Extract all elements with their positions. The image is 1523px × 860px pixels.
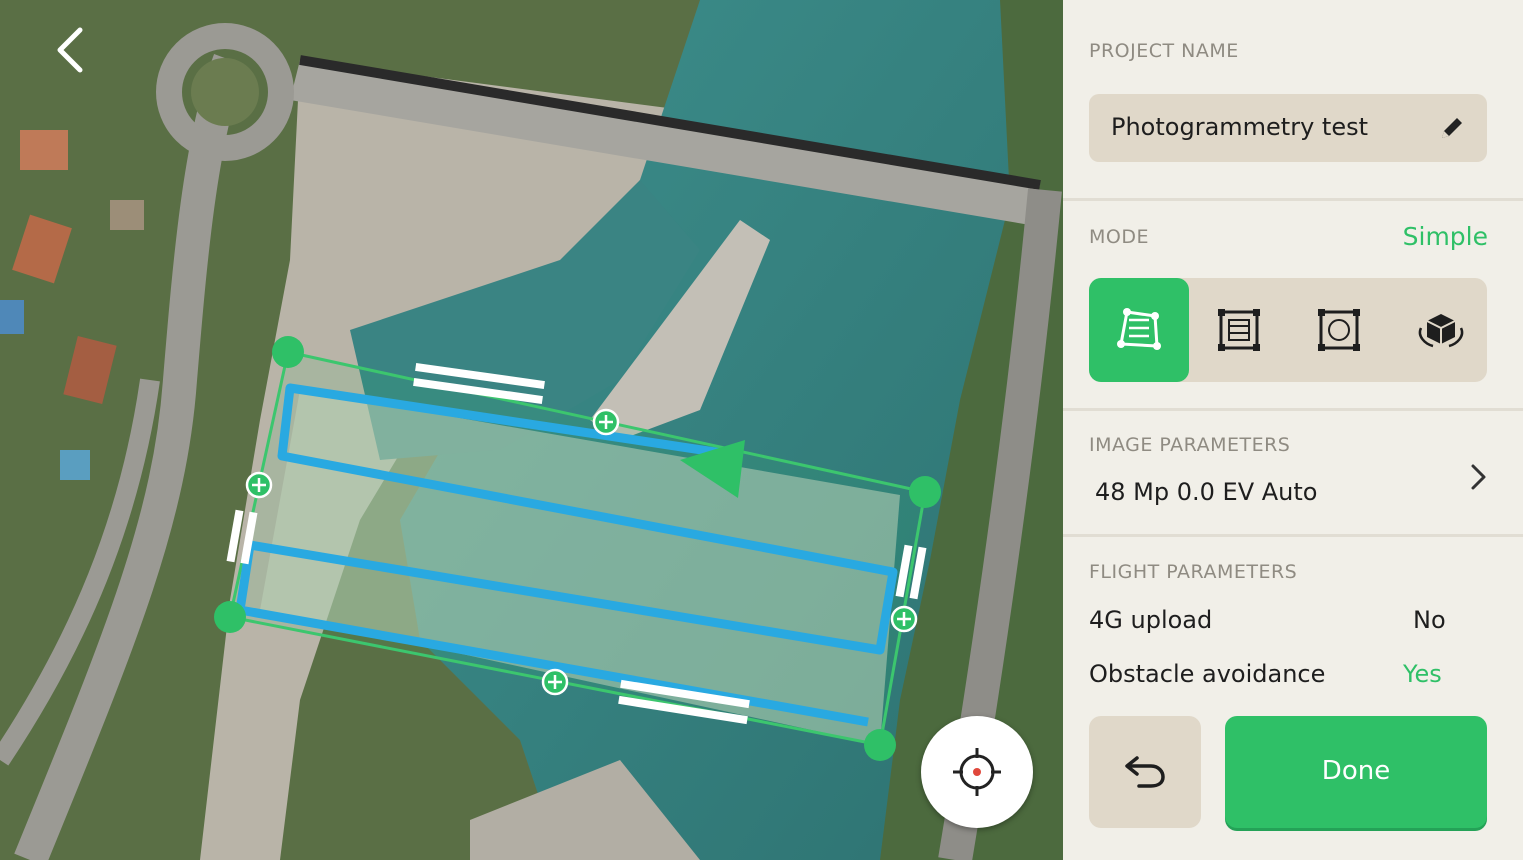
undo-button[interactable]: [1089, 716, 1201, 828]
orbit-3d-icon: [1418, 314, 1464, 348]
chevron-right-icon[interactable]: [1463, 460, 1493, 494]
obstacle-avoidance-label: Obstacle avoidance: [1089, 660, 1326, 688]
polygon-area-icon: [1117, 308, 1161, 350]
image-parameters-label: IMAGE PARAMETERS: [1089, 434, 1291, 456]
survey-handles: [214, 336, 941, 761]
project-name-value: Photogrammetry test: [1111, 113, 1368, 141]
add-vertex-icon[interactable]: [245, 471, 273, 499]
upload-4g-value[interactable]: No: [1413, 606, 1446, 634]
upload-4g-label: 4G upload: [1089, 606, 1213, 634]
double-grid-icon: [1318, 309, 1360, 351]
add-vertex-icon[interactable]: [890, 605, 918, 633]
polygon-vertex-handle[interactable]: [864, 729, 896, 761]
crosshair-target-icon: [953, 748, 1001, 796]
add-vertex-icon[interactable]: [541, 668, 569, 696]
mode-double-grid-button[interactable]: [1289, 278, 1389, 382]
done-button[interactable]: Done: [1225, 716, 1487, 828]
obstacle-avoidance-value[interactable]: Yes: [1403, 660, 1442, 688]
grid-square-icon: [1218, 309, 1260, 351]
polygon-vertex-handle[interactable]: [214, 601, 246, 633]
mode-label: MODE: [1089, 226, 1149, 248]
pencil-icon[interactable]: [1437, 113, 1467, 143]
mode-polygon-button[interactable]: [1089, 278, 1189, 382]
add-vertex-icon[interactable]: [592, 408, 620, 436]
chevron-left-icon: [57, 27, 83, 73]
divider: [1063, 534, 1523, 537]
project-name-field[interactable]: Photogrammetry test: [1089, 94, 1487, 162]
mode-orbit-3d-button[interactable]: [1389, 278, 1489, 382]
back-button[interactable]: [46, 22, 102, 78]
mode-value: Simple: [1402, 222, 1488, 251]
mission-settings-panel: PROJECT NAME Photogrammetry test MODE Si…: [1063, 0, 1523, 860]
mode-selector: [1089, 278, 1487, 382]
recenter-location-button[interactable]: [921, 716, 1033, 828]
flight-parameters-label: FLIGHT PARAMETERS: [1089, 561, 1298, 583]
satellite-map[interactable]: [0, 0, 1063, 860]
polygon-vertex-handle[interactable]: [909, 476, 941, 508]
divider: [1063, 198, 1523, 201]
image-parameters-value[interactable]: 48 Mp 0.0 EV Auto: [1095, 478, 1317, 506]
polygon-vertex-handle[interactable]: [272, 336, 304, 368]
divider: [1063, 408, 1523, 411]
undo-arrow-icon: [1125, 756, 1165, 788]
mode-grid-button[interactable]: [1189, 278, 1289, 382]
project-name-label: PROJECT NAME: [1089, 40, 1239, 62]
done-button-label: Done: [1321, 756, 1391, 786]
